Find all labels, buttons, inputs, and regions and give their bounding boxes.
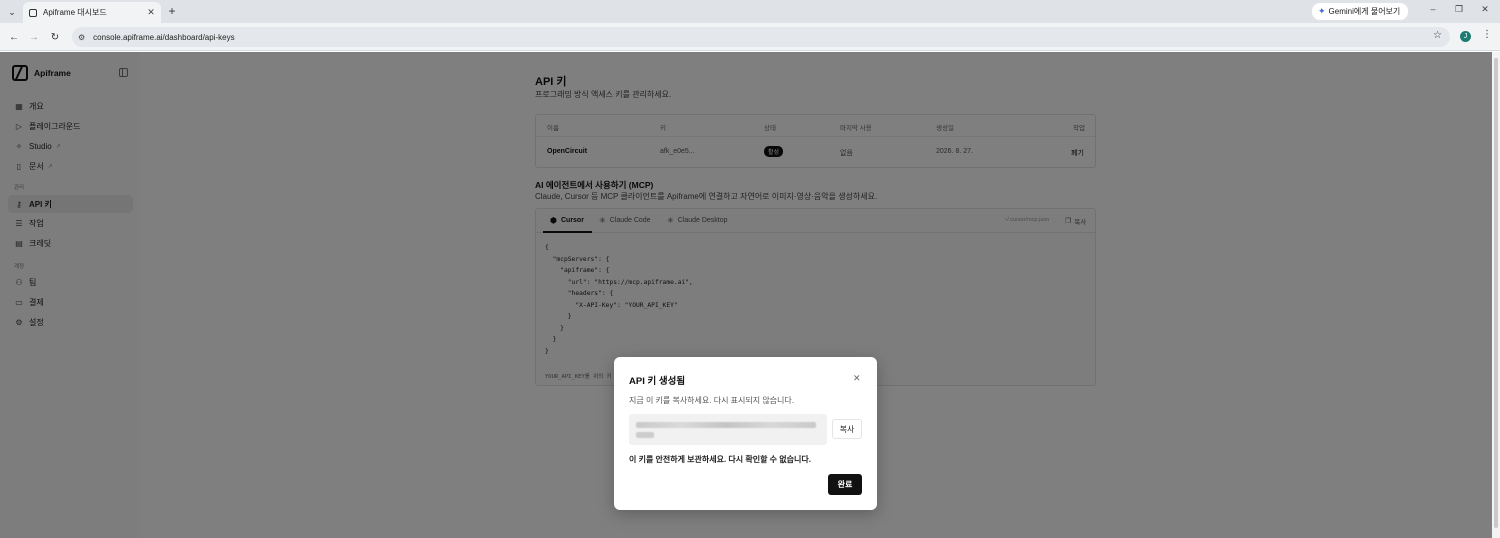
- site-info-icon[interactable]: ⚙: [78, 33, 85, 42]
- scrollbar-thumb[interactable]: [1494, 58, 1498, 528]
- browser-tab-bar: ⌄ Apiframe 대시보드 ✕ + ✦ Gemini에게 물어보기 – ❐ …: [0, 0, 1500, 23]
- close-tab-icon[interactable]: ✕: [145, 7, 157, 18]
- forward-icon[interactable]: →: [27, 30, 41, 44]
- close-icon[interactable]: ✕: [853, 373, 861, 384]
- gemini-label: Gemini에게 물어보기: [1328, 7, 1401, 16]
- url-text[interactable]: console.apiframe.ai/dashboard/api-keys: [93, 33, 234, 42]
- secret-key-field[interactable]: [629, 414, 827, 445]
- browser-menu-icon[interactable]: ⋮: [1482, 29, 1492, 40]
- address-toolbar: ← → ↻ ⚙ console.apiframe.ai/dashboard/ap…: [0, 23, 1500, 51]
- page-scrollbar[interactable]: [1492, 52, 1500, 538]
- dialog-description: 지금 이 키를 복사하세요. 다시 표시되지 않습니다.: [629, 396, 794, 405]
- redacted-key-text: [636, 422, 816, 428]
- done-button[interactable]: 완료: [828, 474, 862, 495]
- tab-title: Apiframe 대시보드: [43, 8, 107, 17]
- close-window-icon[interactable]: ✕: [1478, 4, 1492, 15]
- new-tab-button[interactable]: +: [165, 4, 179, 18]
- bookmark-star-icon[interactable]: ☆: [1433, 30, 1442, 41]
- copy-key-button[interactable]: 복사: [832, 419, 862, 439]
- profile-avatar[interactable]: J: [1460, 31, 1471, 42]
- omnibox[interactable]: ⚙ console.apiframe.ai/dashboard/api-keys…: [72, 27, 1450, 47]
- api-key-created-dialog: API 키 생성됨 ✕ 지금 이 키를 복사하세요. 다시 표시되지 않습니다.…: [614, 357, 877, 510]
- redacted-key-text: [636, 432, 654, 438]
- tab-search-icon[interactable]: ⌄: [5, 5, 19, 19]
- dialog-warning: 이 키를 안전하게 보관하세요. 다시 확인할 수 없습니다.: [629, 455, 811, 464]
- browser-tab[interactable]: Apiframe 대시보드 ✕: [23, 2, 161, 23]
- favicon-icon: [29, 8, 37, 17]
- back-icon[interactable]: ←: [7, 30, 21, 44]
- dialog-title: API 키 생성됨: [629, 376, 686, 387]
- gemini-button[interactable]: ✦ Gemini에게 물어보기: [1312, 3, 1408, 20]
- reload-icon[interactable]: ↻: [48, 30, 62, 44]
- restore-icon[interactable]: ❐: [1452, 4, 1466, 15]
- sparkle-icon: ✦: [1318, 6, 1326, 16]
- minimize-icon[interactable]: –: [1426, 4, 1440, 14]
